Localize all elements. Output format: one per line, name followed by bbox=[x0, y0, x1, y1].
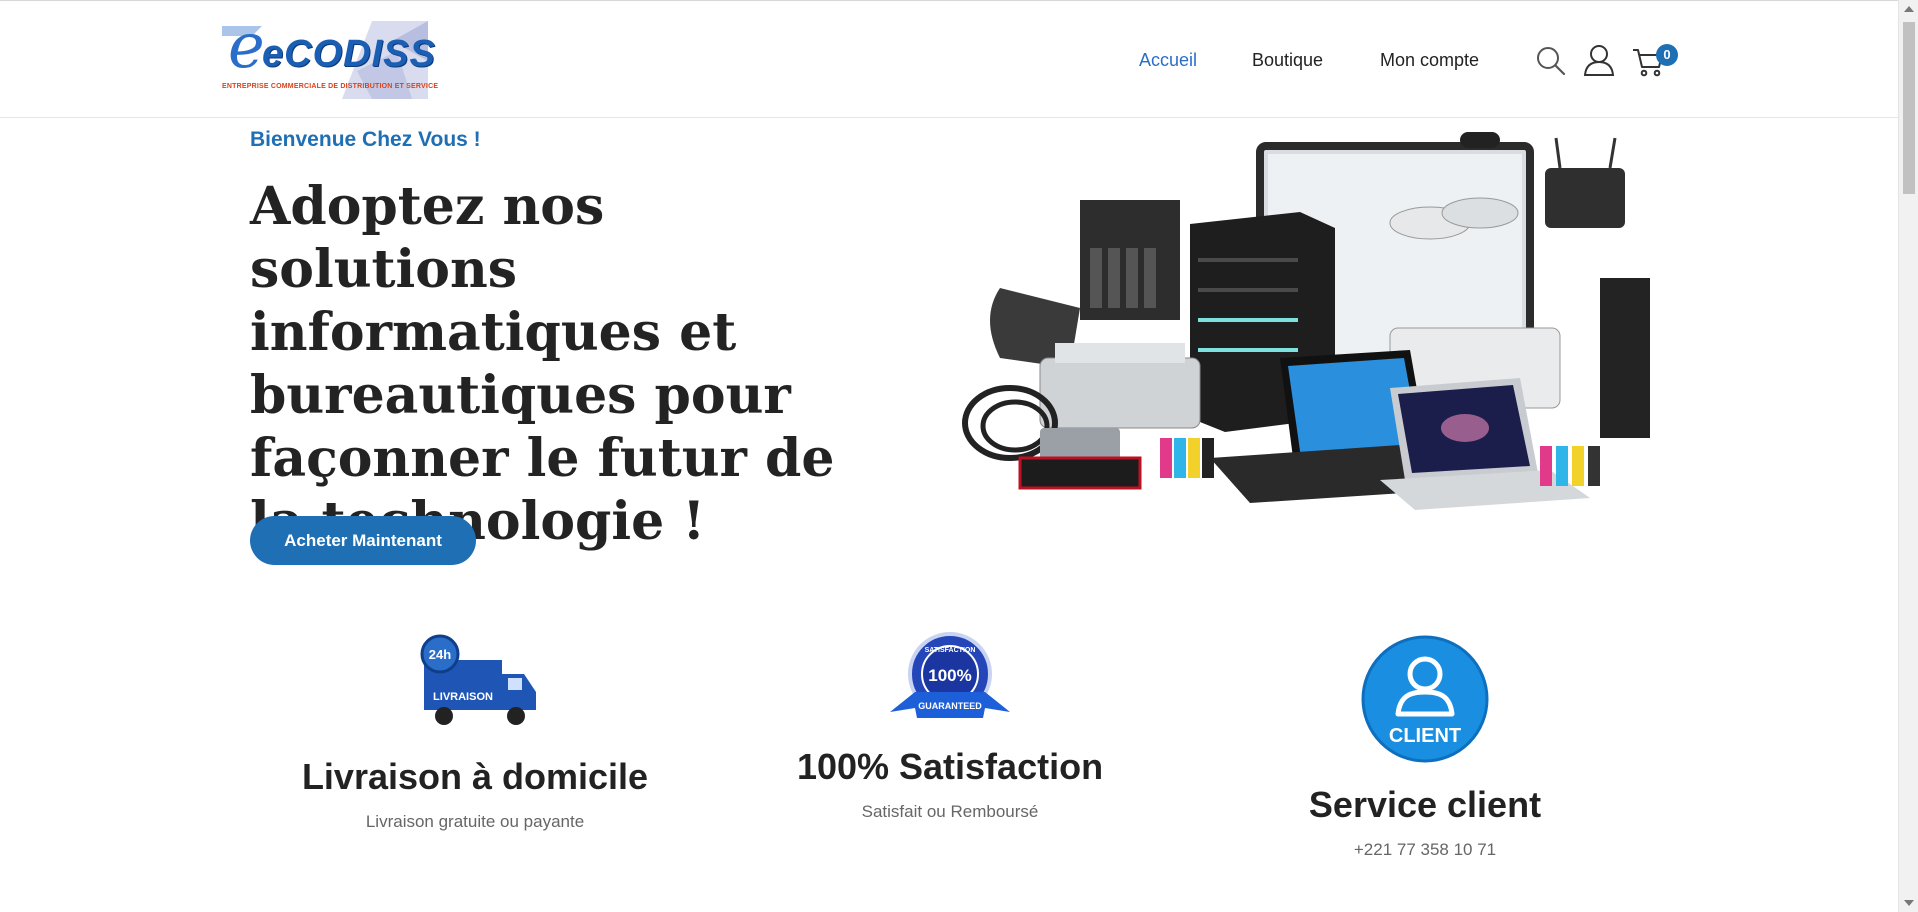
feature-delivery-title: Livraison à domicile bbox=[301, 756, 649, 797]
feature-service-client-title: Service client bbox=[1308, 784, 1542, 825]
hero-headline: Adoptez nos solutions informatiques et b… bbox=[250, 176, 835, 552]
feature-satisfaction: 100% SATISFACTION GUARANTEED 100% Satisf… bbox=[740, 630, 1160, 822]
seal-guaranteed-text: GUARANTEED bbox=[918, 701, 982, 711]
search-icon[interactable] bbox=[1535, 45, 1567, 77]
livraison-badge-text: LIVRAISON bbox=[433, 691, 493, 703]
site-header: e eCODISS ENTREPRISE COMMERCIALE DE DIST… bbox=[0, 5, 1898, 118]
seal-satisfaction-text: SATISFACTION bbox=[925, 647, 976, 654]
nav-boutique[interactable]: Boutique bbox=[1252, 50, 1323, 71]
logo-brand: eCODISS bbox=[262, 33, 436, 75]
page-scrollbar[interactable] bbox=[1898, 0, 1918, 912]
client-icon: CLIENT bbox=[1361, 635, 1489, 763]
buy-now-button[interactable]: Acheter Maintenant bbox=[250, 516, 476, 565]
logo-tagline: ENTREPRISE COMMERCIALE DE DISTRIBUTION E… bbox=[222, 83, 439, 90]
badge-24h-text: 24h bbox=[429, 647, 451, 662]
feature-service-client: CLIENT Service client +221 77 358 10 71 bbox=[1210, 634, 1640, 860]
site-logo[interactable]: e eCODISS ENTREPRISE COMMERCIALE DE DIST… bbox=[222, 9, 438, 99]
nav-accueil[interactable]: Accueil bbox=[1139, 50, 1197, 71]
scroll-up-arrow-icon[interactable] bbox=[1904, 6, 1914, 12]
hero-products-image bbox=[962, 132, 1650, 510]
satisfaction-seal-icon: 100% SATISFACTION GUARANTEED bbox=[890, 632, 1010, 718]
cart-count-badge: 0 bbox=[1656, 44, 1678, 66]
nav-mon-compte[interactable]: Mon compte bbox=[1380, 50, 1479, 71]
delivery-truck-icon: 24h LIVRAISON bbox=[420, 634, 536, 725]
seal-100-text: 100% bbox=[928, 666, 971, 685]
scrollbar-thumb[interactable] bbox=[1903, 22, 1915, 194]
welcome-text: Bienvenue Chez Vous ! bbox=[250, 128, 481, 151]
feature-delivery: 24h LIVRAISON Livraison à domicile Livra… bbox=[260, 630, 690, 832]
client-badge-text: CLIENT bbox=[1389, 725, 1461, 747]
feature-satisfaction-subtitle: Satisfait ou Remboursé bbox=[861, 802, 1039, 821]
feature-satisfaction-title: 100% Satisfaction bbox=[796, 746, 1104, 787]
logo-e-letter: e bbox=[228, 9, 265, 82]
scroll-down-arrow-icon[interactable] bbox=[1904, 900, 1914, 906]
feature-service-client-phone[interactable]: +221 77 358 10 71 bbox=[1210, 840, 1640, 860]
user-icon[interactable] bbox=[1583, 43, 1615, 77]
feature-delivery-subtitle: Livraison gratuite ou payante bbox=[365, 812, 585, 831]
